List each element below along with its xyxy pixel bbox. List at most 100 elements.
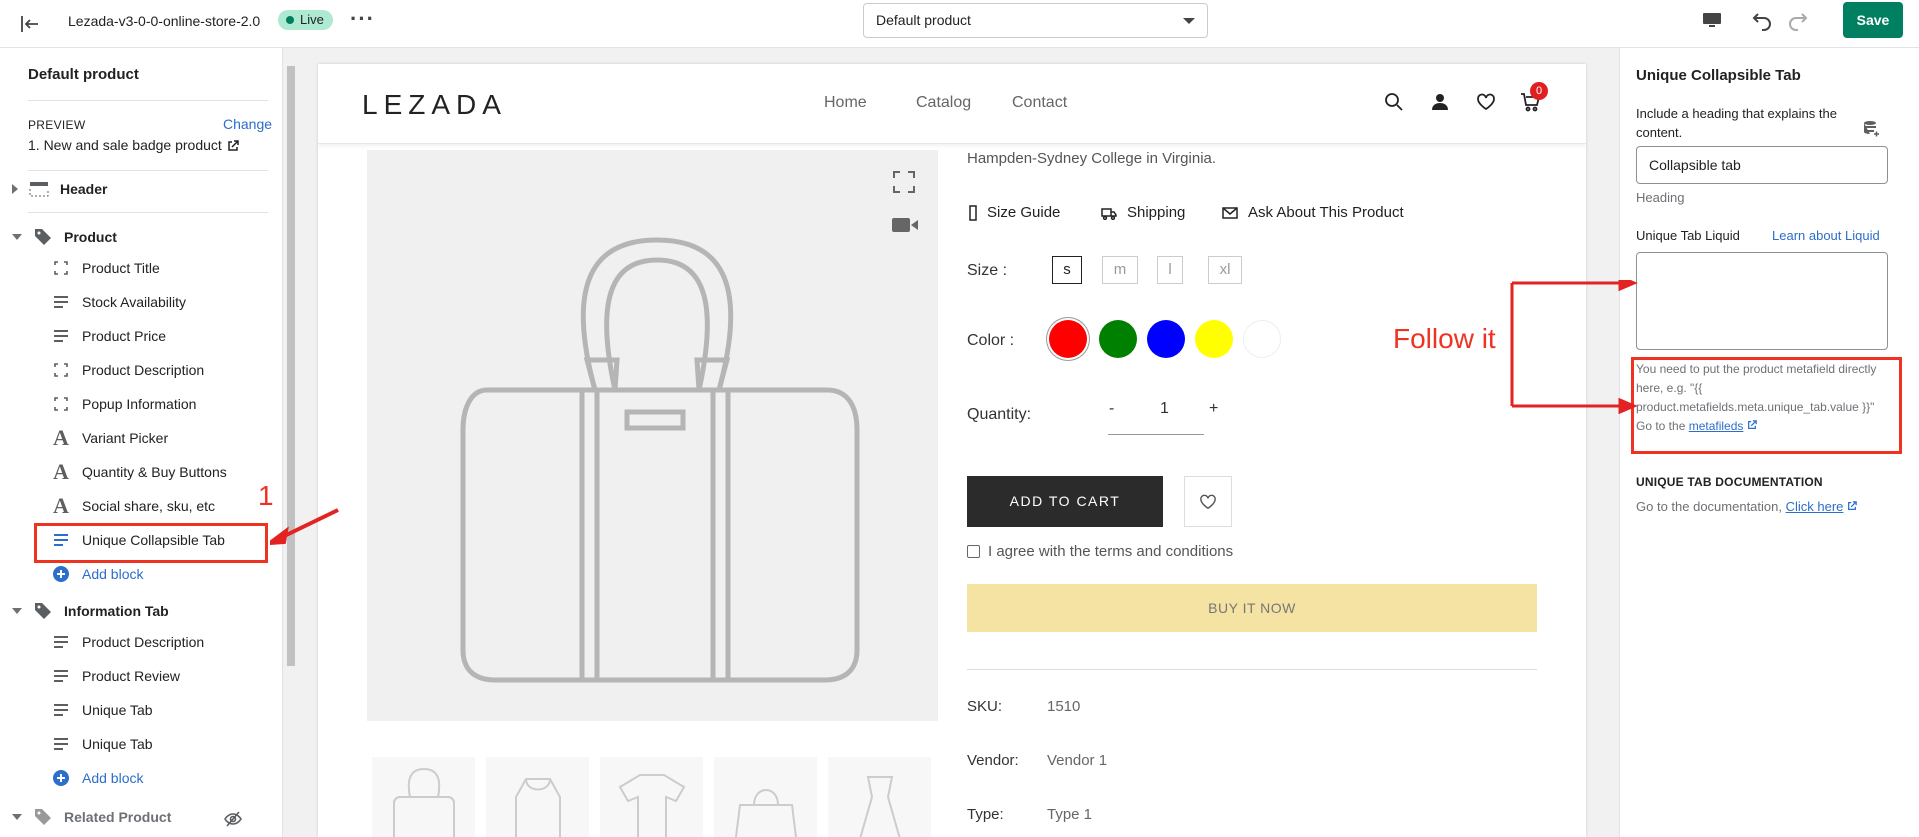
block-product-review[interactable]: Product Review (52, 664, 180, 688)
sku-value: 1510 (1047, 698, 1081, 715)
block-variant-picker[interactable]: A Variant Picker (52, 425, 168, 450)
size-option-s[interactable]: s (1052, 256, 1082, 284)
thumbnail[interactable] (714, 757, 817, 837)
add-to-cart-button[interactable]: ADD TO CART (967, 476, 1163, 527)
block-unique-tab[interactable]: Unique Tab (52, 732, 153, 756)
video-icon[interactable] (892, 216, 918, 234)
color-swatch-blue[interactable] (1147, 320, 1185, 358)
shipping-link[interactable]: Shipping (1101, 204, 1185, 221)
store-header: LEZADA Home Catalog Contact 0 (318, 64, 1586, 144)
dashed-square-icon (52, 259, 70, 277)
store-preview: LEZADA Home Catalog Contact 0 Hampden-Sy… (318, 64, 1586, 837)
product-image[interactable] (367, 150, 938, 721)
color-swatch-yellow[interactable] (1195, 320, 1233, 358)
chevron-right-icon (12, 184, 18, 194)
documentation-link[interactable]: Click here (1786, 499, 1844, 514)
external-link-icon (1848, 501, 1857, 510)
quantity-increase[interactable]: + (1209, 400, 1218, 418)
change-preview-link[interactable]: Change (223, 116, 272, 132)
settings-title: Unique Collapsible Tab (1636, 67, 1801, 84)
plus-circle-icon (52, 769, 70, 787)
learn-liquid-link[interactable]: Learn about Liquid (1772, 226, 1880, 245)
nav-contact[interactable]: Contact (1012, 94, 1067, 112)
text-lines-icon (52, 667, 70, 685)
truck-icon (1101, 207, 1117, 220)
font-a-icon: A (53, 459, 69, 484)
save-button[interactable]: Save (1843, 2, 1903, 38)
quantity-input[interactable]: 1 (1160, 400, 1169, 418)
heading-input[interactable]: Collapsible tab (1636, 146, 1888, 184)
thumbnail[interactable] (372, 757, 475, 837)
size-guide-link[interactable]: Size Guide (969, 204, 1060, 221)
block-stock-availability[interactable]: Stock Availability (52, 290, 186, 314)
liquid-textarea[interactable] (1636, 252, 1888, 350)
heart-icon (1200, 494, 1216, 509)
color-swatch-green[interactable] (1099, 320, 1137, 358)
divider (967, 669, 1537, 670)
block-product-description[interactable]: Product Description (52, 358, 204, 382)
color-swatch-white[interactable] (1243, 320, 1281, 358)
size-option-m[interactable]: m (1102, 256, 1138, 284)
tag-icon (32, 808, 54, 826)
divider (28, 100, 268, 101)
add-block-button[interactable]: Add block (52, 562, 143, 586)
desktop-view-icon[interactable] (1700, 8, 1724, 32)
heading-help-text: Include a heading that explains the cont… (1636, 106, 1837, 140)
add-block-button[interactable]: Add block (52, 766, 143, 790)
block-unique-tab[interactable]: Unique Tab (52, 698, 153, 722)
block-info-product-description[interactable]: Product Description (52, 630, 204, 654)
nav-home[interactable]: Home (824, 94, 867, 112)
fullscreen-icon[interactable] (892, 170, 916, 194)
template-select[interactable]: Default product (863, 3, 1208, 38)
terms-checkbox[interactable]: I agree with the terms and conditions (967, 543, 1233, 560)
exit-icon[interactable] (18, 12, 42, 36)
divider (28, 212, 268, 213)
more-actions-icon[interactable]: ··· (350, 6, 375, 32)
block-quantity-buy-buttons[interactable]: A Quantity & Buy Buttons (52, 459, 227, 484)
thumbnail[interactable] (600, 757, 703, 837)
section-product[interactable]: Product (12, 228, 117, 246)
checkbox[interactable] (967, 545, 980, 558)
quantity-decrease[interactable]: - (1109, 400, 1114, 418)
thumbnail[interactable] (486, 757, 589, 837)
account-icon[interactable] (1430, 92, 1450, 112)
redo-icon[interactable] (1786, 8, 1810, 32)
store-name: Lezada-v3-0-0-online-store-2.0 (68, 13, 261, 29)
text-lines-icon (52, 735, 70, 753)
handbag-image (460, 237, 860, 683)
eye-hidden-icon[interactable] (224, 811, 242, 827)
chevron-down-icon (1183, 18, 1195, 24)
liquid-label: Unique Tab Liquid (1636, 228, 1740, 243)
preview-product[interactable]: 1. New and sale badge product (28, 137, 239, 153)
color-swatch-red[interactable] (1049, 320, 1087, 358)
block-product-title[interactable]: Product Title (52, 256, 160, 280)
buy-it-now-button[interactable]: BUY IT NOW (967, 584, 1537, 632)
block-product-price[interactable]: Product Price (52, 324, 166, 348)
nav-catalog[interactable]: Catalog (916, 94, 971, 112)
divider (28, 170, 268, 171)
chevron-down-icon (12, 814, 22, 820)
undo-icon[interactable] (1750, 8, 1774, 32)
size-option-l[interactable]: l (1157, 256, 1183, 284)
store-logo[interactable]: LEZADA (362, 89, 507, 121)
vendor-label: Vendor: (967, 752, 1019, 769)
dynamic-source-icon[interactable] (1862, 120, 1880, 138)
heart-icon[interactable] (1476, 92, 1496, 112)
size-option-xl[interactable]: xl (1208, 256, 1242, 284)
ask-about-product-link[interactable]: Ask About This Product (1222, 204, 1404, 221)
dashed-square-icon (52, 361, 70, 379)
sidebar-scrollbar[interactable] (284, 48, 298, 837)
thumbnail[interactable] (828, 757, 931, 837)
block-social-share[interactable]: A Social share, sku, etc (52, 493, 215, 518)
annotation-arrow (270, 508, 339, 546)
block-popup-information[interactable]: Popup Information (52, 392, 196, 416)
top-bar: Lezada-v3-0-0-online-store-2.0 Live ··· … (0, 0, 1919, 48)
heading-label: Heading (1636, 190, 1685, 205)
section-header[interactable]: Header (12, 180, 107, 198)
section-related-product[interactable]: Related Product (12, 808, 171, 826)
search-icon[interactable] (1384, 92, 1404, 112)
section-information-tab[interactable]: Information Tab (12, 602, 169, 620)
vendor-value: Vendor 1 (1047, 752, 1108, 769)
annotation-bracket-arrows (1510, 280, 1638, 414)
wishlist-button[interactable] (1184, 476, 1232, 527)
